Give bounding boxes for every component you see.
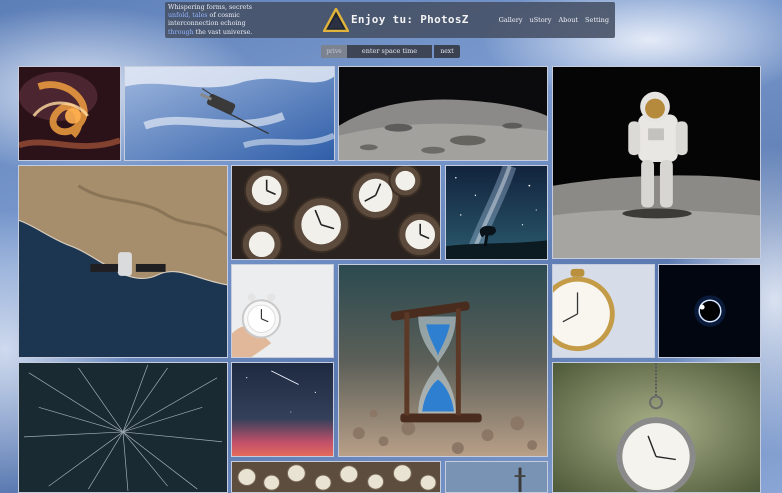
photo-meteor-sunset[interactable] (231, 362, 334, 457)
photo-solar-eclipse[interactable] (658, 264, 761, 358)
clocks-pile-image (232, 166, 440, 259)
photo-pocket-watch-face[interactable] (552, 264, 655, 358)
nav-about[interactable]: About (558, 16, 578, 24)
hand-clock-image (232, 265, 333, 357)
photo-watches-pile[interactable] (231, 461, 441, 493)
star-trails-image (19, 363, 227, 492)
nav-setting[interactable]: Setting (585, 16, 609, 24)
rocket-launch-image (446, 462, 547, 492)
photo-astronaut[interactable] (552, 66, 761, 259)
space-time-form: prive next (321, 45, 460, 58)
photo-hourglass[interactable] (338, 264, 548, 457)
photo-star-trails[interactable] (18, 362, 228, 493)
tagline-link[interactable]: unfold, (168, 12, 190, 19)
hourglass-image (339, 265, 547, 456)
satellite-image (125, 67, 334, 160)
photo-hand-clock[interactable] (231, 264, 334, 358)
space-time-input[interactable] (347, 45, 432, 58)
photo-spacecraft-coast[interactable] (18, 165, 228, 358)
pocket-watch-hanging-image (553, 363, 760, 492)
meteor-sunset-image (232, 363, 333, 456)
pocket-watch-face-image (553, 265, 654, 357)
moon-surface-image (339, 67, 547, 160)
photo-moon-surface[interactable] (338, 66, 548, 161)
photo-clocks-pile[interactable] (231, 165, 441, 260)
photo-rocket-launch[interactable] (445, 461, 548, 493)
tagline-link[interactable]: through (168, 29, 194, 36)
tagline-line: Whispering forms, secrets (168, 4, 252, 11)
nav-gallery[interactable]: Gallery (499, 16, 523, 24)
photo-nebula-swirl[interactable] (18, 66, 121, 161)
tagline-text: of cosmic (207, 12, 240, 20)
astronaut-image (553, 67, 760, 258)
tagline-text: the vast universe. (193, 28, 253, 36)
triangle-logo-icon[interactable] (323, 8, 349, 32)
nav-ustory[interactable]: uStory (530, 16, 552, 24)
site-header: Whispering forms, secrets unfold, tales … (165, 2, 615, 38)
photo-milky-way[interactable] (445, 165, 548, 260)
main-nav: Gallery uStory About Setting (499, 16, 609, 24)
brand-title[interactable]: Enjoy tu: PhotosZ (351, 13, 469, 26)
photo-pocket-watch-hanging[interactable] (552, 362, 761, 493)
tagline: Whispering forms, secrets unfold, tales … (168, 4, 258, 37)
tagline-line: interconnection echoing (168, 20, 246, 28)
watches-pile-image (232, 462, 440, 492)
photo-satellite[interactable] (124, 66, 335, 161)
solar-eclipse-image (659, 265, 760, 357)
spacecraft-coast-image (19, 166, 227, 357)
next-button[interactable]: next (434, 45, 460, 58)
nebula-swirl-image (19, 67, 120, 160)
prev-button[interactable]: prive (321, 45, 347, 58)
tagline-link[interactable]: tales (190, 12, 207, 19)
milky-way-image (446, 166, 547, 259)
